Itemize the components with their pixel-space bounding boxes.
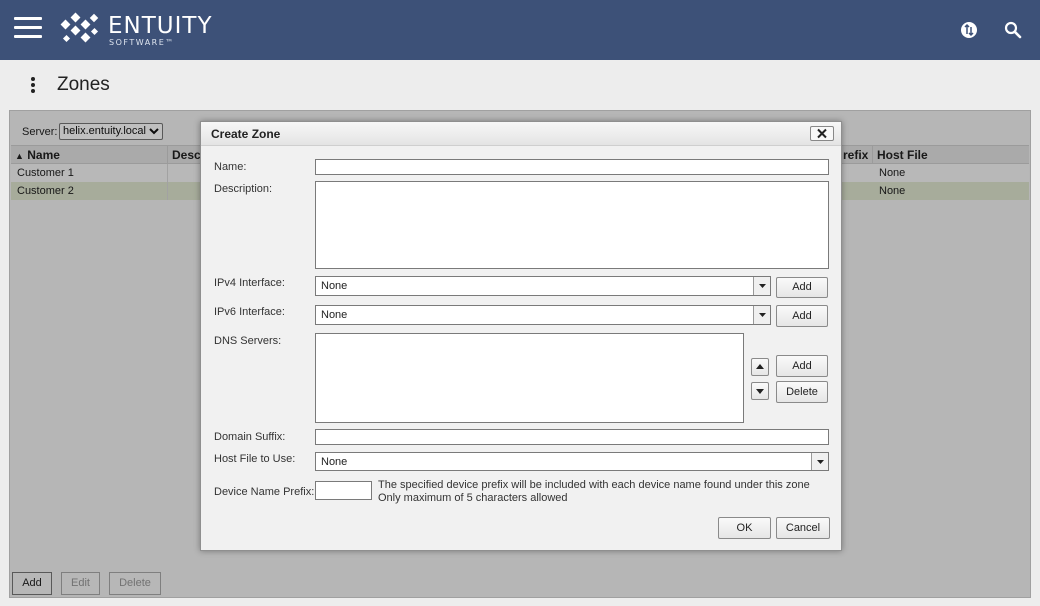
brand-name: ENTUITY [108, 13, 213, 39]
host-file-select[interactable]: None [315, 452, 829, 471]
ipv6-interface-select[interactable]: None [315, 305, 771, 325]
ipv4-interface-label: IPv4 Interface: [214, 277, 285, 289]
cancel-button[interactable]: Cancel [776, 517, 830, 539]
dialog-title: Create Zone [211, 127, 281, 141]
prefix-hint-line1: The specified device prefix will be incl… [378, 479, 810, 491]
ok-button[interactable]: OK [718, 517, 771, 539]
close-icon [817, 128, 827, 139]
dns-add-button[interactable]: Add [776, 355, 828, 377]
host-file-label: Host File to Use: [214, 453, 296, 465]
dns-servers-label: DNS Servers: [214, 335, 282, 347]
close-button[interactable] [810, 126, 834, 141]
dns-servers-list[interactable] [315, 333, 744, 423]
dropdown-arrow [753, 277, 770, 295]
caret-up-icon [756, 364, 764, 369]
name-label: Name: [214, 161, 247, 173]
search-icon[interactable] [1003, 20, 1023, 40]
move-down-button[interactable] [751, 382, 769, 400]
caret-down-icon [759, 313, 766, 317]
device-name-prefix-label: Device Name Prefix: [214, 486, 315, 498]
ipv4-add-button[interactable]: Add [776, 277, 828, 298]
description-input[interactable] [315, 181, 829, 269]
dropdown-arrow [811, 453, 828, 470]
create-zone-dialog: Create Zone Name: Description: IPv4 Inte… [200, 121, 842, 551]
ipv6-interface-value: None [321, 309, 348, 321]
prefix-hint-line2: Only maximum of 5 characters allowed [378, 492, 568, 504]
dropdown-arrow [753, 306, 770, 324]
sync-icon[interactable] [959, 20, 979, 40]
hamburger-menu-icon[interactable] [14, 17, 42, 39]
caret-down-icon [817, 460, 824, 464]
domain-suffix-input[interactable] [315, 429, 829, 445]
brand-subtitle: SOFTWARE™ [109, 38, 175, 47]
caret-down-icon [756, 389, 764, 394]
ipv4-interface-select[interactable]: None [315, 276, 771, 296]
domain-suffix-label: Domain Suffix: [214, 431, 286, 443]
device-name-prefix-input[interactable] [315, 481, 372, 500]
top-bar: ENTUITY SOFTWARE™ [0, 0, 1040, 60]
caret-down-icon [759, 284, 766, 288]
more-options-icon[interactable] [28, 77, 38, 95]
ipv6-interface-label: IPv6 Interface: [214, 306, 285, 318]
name-input[interactable] [315, 159, 829, 175]
ipv6-add-button[interactable]: Add [776, 305, 828, 327]
move-up-button[interactable] [751, 358, 769, 376]
page-title: Zones [57, 74, 110, 95]
host-file-value: None [321, 456, 348, 468]
dns-delete-button[interactable]: Delete [776, 381, 828, 403]
description-label: Description: [214, 183, 273, 195]
dialog-header: Create Zone [201, 122, 841, 146]
entuity-logo-icon [60, 12, 99, 43]
ipv4-interface-value: None [321, 280, 348, 292]
